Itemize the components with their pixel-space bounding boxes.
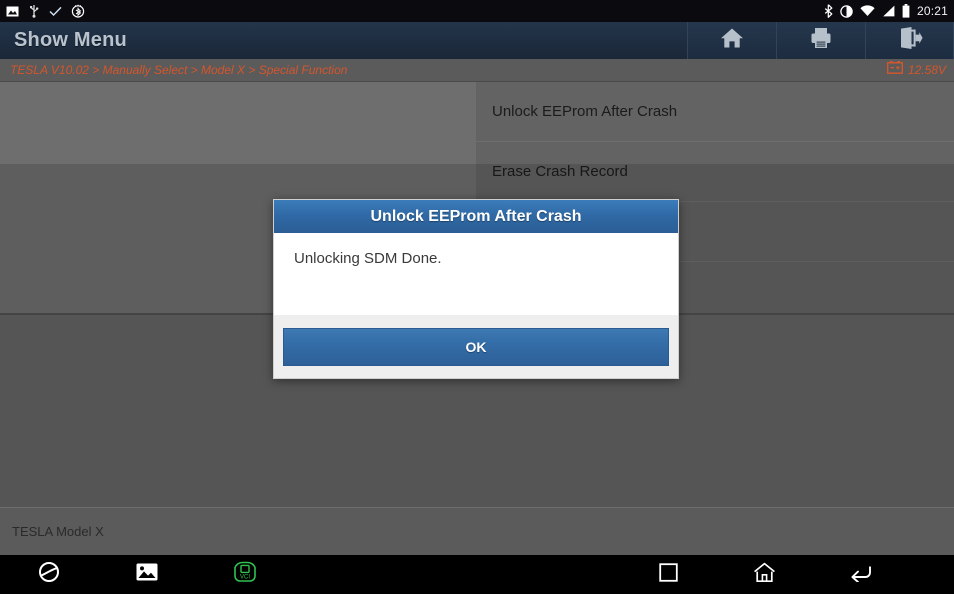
browser-button[interactable] — [0, 555, 98, 594]
vci-connector-icon: VCI — [230, 560, 260, 589]
exit-button[interactable] — [865, 22, 954, 59]
bluetooth-circle-icon — [71, 4, 85, 18]
status-bar-clock: 20:21 — [916, 4, 948, 18]
status-bar-right-icons: 20:21 — [824, 4, 948, 18]
page-title: Show Menu — [14, 29, 127, 51]
home-button[interactable] — [716, 555, 812, 594]
square-icon — [658, 562, 678, 587]
battery-icon — [902, 4, 910, 18]
exit-icon — [897, 26, 923, 55]
wifi-icon — [860, 5, 875, 17]
voltage-value: 12.58V — [907, 63, 946, 77]
app-title-bar: Show Menu — [0, 22, 954, 59]
home-button[interactable] — [687, 22, 776, 59]
print-button[interactable] — [776, 22, 865, 59]
breadcrumb-bar: TESLA V10.02 > Manually Select > Model X… — [0, 59, 954, 82]
menu-item-unlock-eeprom-after-crash[interactable]: Unlock EEProm After Crash — [477, 82, 954, 142]
sdcard-icon — [6, 5, 19, 18]
back-button[interactable] — [812, 555, 908, 594]
signal-icon — [882, 5, 895, 17]
titlebar-actions — [687, 22, 954, 59]
voltage-indicator: 12.58V — [886, 61, 946, 79]
android-status-bar: 20:21 — [0, 0, 954, 22]
vehicle-name: TESLA Model X — [12, 524, 104, 539]
printer-icon — [809, 26, 833, 55]
android-nav-bar: VCI — [0, 555, 954, 594]
result-dialog: Unlock EEProm After Crash Unlocking SDM … — [273, 199, 679, 379]
dialog-footer: OK — [274, 315, 678, 378]
nav-right-group — [620, 555, 908, 594]
screen: 20:21 Show Menu TESLA V10.02 > Manually … — [0, 0, 954, 594]
ok-button[interactable]: OK — [283, 327, 669, 366]
globe-icon — [38, 561, 60, 588]
check-icon — [49, 6, 62, 17]
recents-button[interactable] — [620, 555, 716, 594]
svg-text:VCI: VCI — [240, 575, 250, 581]
brightness-icon — [840, 4, 853, 18]
usb-icon — [28, 4, 40, 18]
home-icon — [719, 26, 745, 55]
gallery-button[interactable] — [98, 555, 196, 594]
dialog-body: Unlocking SDM Done. — [274, 233, 678, 315]
breadcrumb: TESLA V10.02 > Manually Select > Model X… — [10, 63, 348, 77]
dialog-message: Unlocking SDM Done. — [294, 250, 442, 267]
battery-icon — [886, 61, 903, 79]
status-bar-left-icons — [6, 4, 85, 18]
vci-button[interactable]: VCI — [196, 555, 294, 594]
back-arrow-icon — [849, 563, 872, 587]
bluetooth-icon — [824, 4, 833, 18]
dialog-title: Unlock EEProm After Crash — [274, 200, 678, 233]
image-icon — [136, 563, 158, 586]
vehicle-info-bar: TESLA Model X — [0, 507, 954, 555]
nav-left-group: VCI — [0, 555, 294, 594]
home-icon — [753, 562, 776, 588]
